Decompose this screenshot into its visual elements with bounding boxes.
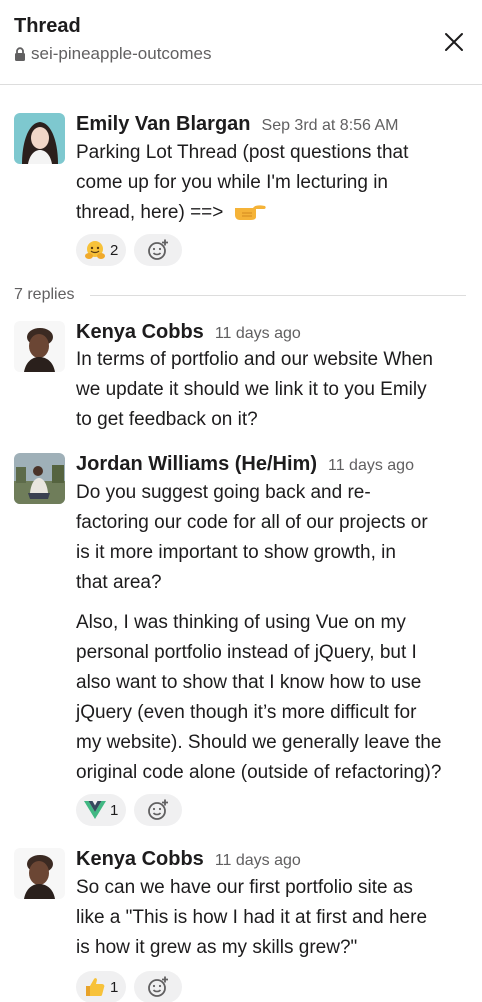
message-line: also want to show that I know how to use [76,672,422,693]
message-line: jQuery (even though it’s more difficult … [76,702,417,723]
channel-name: sei-pineapple-outcomes [31,44,212,63]
reaction-vue[interactable]: 1 [76,794,127,826]
message-author[interactable]: Jordan Williams (He/Him) [76,453,317,476]
avatar-emily-image [14,113,65,164]
message-timestamp[interactable]: 11 days ago [215,852,301,870]
reaction-hugging-face[interactable]: 2 [76,234,127,266]
message-line: thread, here) ==> [76,198,476,228]
message-line: In terms of portfolio and our website Wh… [76,349,433,370]
avatar[interactable] [14,453,65,504]
message-author[interactable]: Kenya Cobbs [76,848,204,871]
avatar[interactable] [14,848,65,899]
avatar-kenya-image [14,848,65,899]
message-line: Also, I was thinking of using Vue on my [76,612,406,633]
replies-divider: 7 replies [14,286,466,304]
add-reaction-button[interactable] [134,971,183,1002]
message-line: that area? [76,572,162,593]
close-button[interactable] [440,28,468,56]
message-timestamp[interactable]: 11 days ago [328,457,414,475]
message-line: Do you suggest going back and re- [76,482,371,503]
message-line: is how it grew as my skills grew?" [76,937,358,958]
message-line: Parking Lot Thread (post questions that [76,142,409,163]
reaction-count: 2 [110,241,119,259]
message-line: original code alone (outside of refactor… [76,762,442,783]
message-line: my website). Should we generally leave t… [76,732,442,753]
reaction-count: 1 [110,801,119,819]
reaction-count: 1 [110,978,119,996]
message-line: we update it should we link it to you Em… [76,379,427,400]
lock-icon [15,47,25,61]
add-reaction-button[interactable] [134,234,183,266]
pointing-hand-icon [234,205,266,220]
message-author[interactable]: Kenya Cobbs [76,321,204,344]
message-timestamp[interactable]: 11 days ago [215,325,301,343]
divider-line [90,294,466,296]
hugging-face-icon [85,241,105,259]
avatar-jordan-image [14,453,65,504]
vue-logo-icon [84,801,106,819]
add-emoji-icon [148,799,169,820]
message-line: to get feedback on it? [76,409,258,430]
message-author[interactable]: Emily Van Blargan [76,113,251,136]
message-line: come up for you while I'm lecturing in [76,172,388,193]
message-timestamp[interactable]: Sep 3rd at 8:56 AM [262,117,399,135]
reaction-thumbs-up[interactable]: 1 [76,971,127,1002]
message-line: personal portfolio instead of jQuery, bu… [76,642,417,663]
replies-count-label: 7 replies [14,286,75,303]
close-icon [445,33,463,51]
message-line: So can we have our first portfolio site … [76,877,413,898]
message-line: factoring our code for all of our projec… [76,512,428,533]
avatar-kenya-image [14,321,65,372]
add-emoji-icon [148,239,169,260]
message-body: Do you suggest going back and re- factor… [76,478,476,598]
channel-link[interactable]: sei-pineapple-outcomes [14,44,212,64]
message-line: is it more important to show growth, in [76,542,396,563]
message-body: So can we have our first portfolio site … [76,873,476,963]
thumbs-up-icon [86,978,105,996]
message-body: Also, I was thinking of using Vue on my … [76,608,476,788]
message-line: like a "This is how I had it at first an… [76,907,428,928]
thread-header: Thread sei-pineapple-outcomes [0,0,482,85]
add-emoji-icon [148,976,169,997]
avatar[interactable] [14,321,65,372]
message-body: Parking Lot Thread (post questions that … [76,138,476,228]
thread-title: Thread [14,15,81,37]
add-reaction-button[interactable] [134,794,183,826]
avatar[interactable] [14,113,65,164]
message-body: In terms of portfolio and our website Wh… [76,345,476,435]
